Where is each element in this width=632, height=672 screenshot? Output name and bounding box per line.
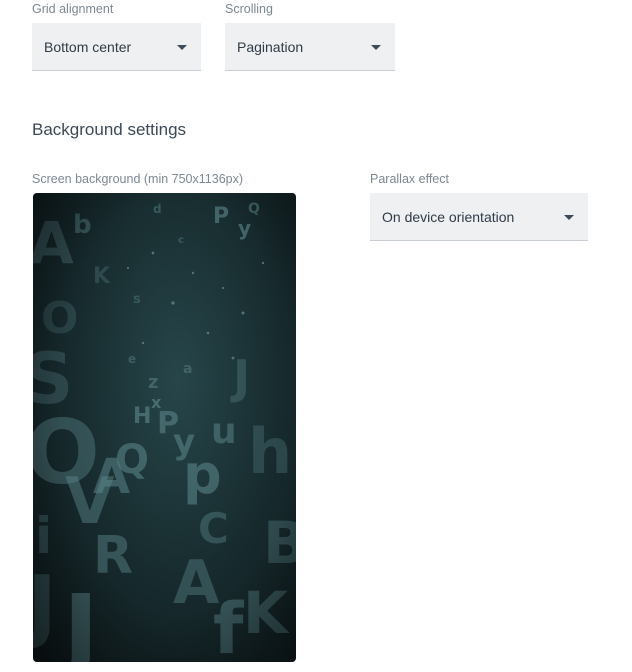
parallax-effect-label: Parallax effect xyxy=(370,172,449,186)
scrolling-value: Pagination xyxy=(237,38,304,55)
parallax-effect-value: On device orientation xyxy=(382,208,515,225)
typography-pattern-image: A O S O i J b K V A Q R J H x P z y p u … xyxy=(33,193,296,662)
screen-background-label: Screen background (min 750x1136px) xyxy=(32,172,244,186)
caret-down-icon xyxy=(564,214,574,220)
parallax-effect-select[interactable]: On device orientation xyxy=(370,193,588,241)
caret-down-icon xyxy=(177,44,187,50)
grid-alignment-select[interactable]: Bottom center xyxy=(32,23,201,71)
scrolling-select[interactable]: Pagination xyxy=(225,23,395,71)
grid-alignment-value: Bottom center xyxy=(44,38,132,55)
screen-background-image[interactable]: A O S O i J b K V A Q R J H x P z y p u … xyxy=(33,193,296,662)
scrolling-label: Scrolling xyxy=(225,2,273,16)
caret-down-icon xyxy=(371,44,381,50)
grid-alignment-label: Grid alignment xyxy=(32,2,114,16)
background-settings-title: Background settings xyxy=(32,120,187,139)
